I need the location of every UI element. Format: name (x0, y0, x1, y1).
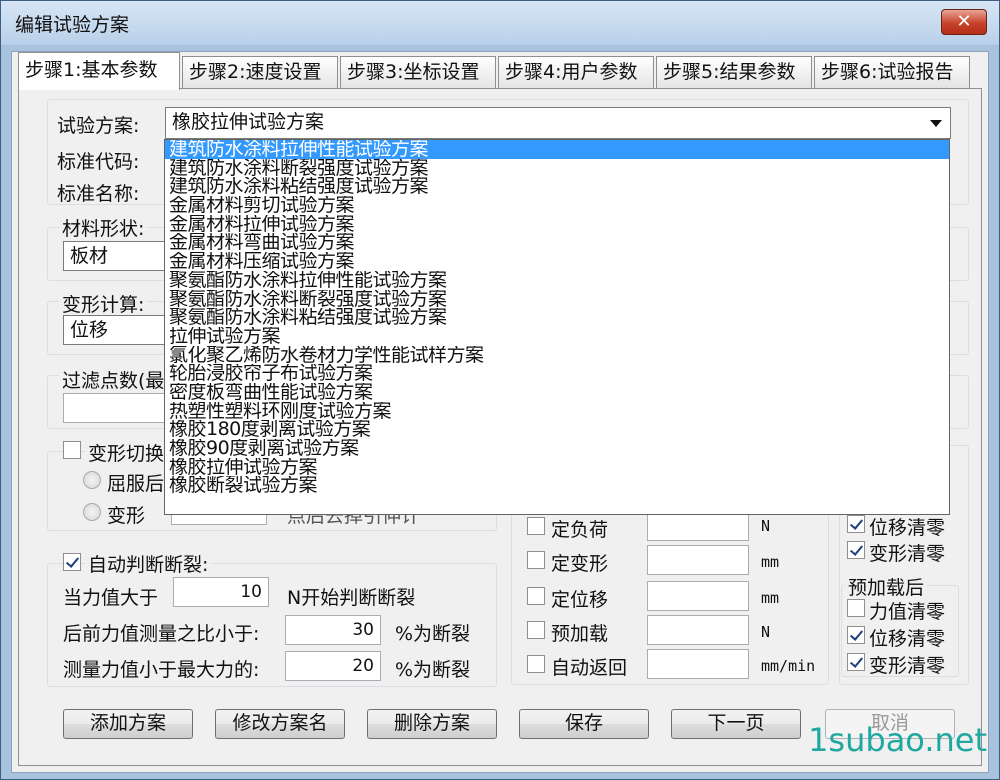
dropdown-item[interactable]: 金属材料压缩试验方案 (165, 252, 949, 271)
dropdown-item[interactable]: 密度板弯曲性能试验方案 (165, 383, 949, 402)
auto-break-checkbox[interactable] (63, 553, 81, 571)
yield-radio[interactable] (83, 471, 101, 489)
deform-clear2-checkbox[interactable] (847, 653, 865, 671)
fixed-load-unit: N (761, 517, 771, 535)
material-select-value: 板材 (70, 245, 109, 267)
measure-label: 测量力值小于最大力的: (63, 659, 260, 681)
fixed-load-input[interactable] (647, 511, 749, 541)
auto-return-input[interactable] (647, 649, 749, 679)
window-title: 编辑试验方案 (15, 14, 130, 36)
watermark: 1subao.net (808, 721, 987, 759)
force-clear-checkbox[interactable] (847, 599, 865, 617)
auto-return-label: 自动返回 (551, 657, 628, 679)
close-icon: ✕ (956, 11, 972, 32)
tab-step4[interactable]: 步骤4:用户参数 (498, 56, 654, 88)
fixed-deform-checkbox[interactable] (527, 551, 545, 569)
dropdown-item[interactable]: 橡胶拉伸试验方案 (165, 458, 949, 477)
fixed-disp-label: 定位移 (551, 589, 609, 611)
material-label: 材料形状: (59, 214, 148, 241)
disp-clear-checkbox[interactable] (847, 515, 865, 533)
dialog-window: 编辑试验方案 ✕ 步骤1:基本参数 步骤2:速度设置 步骤3:坐标设置 步骤4:… (0, 0, 1000, 780)
yield-radio-label: 屈服后 (107, 473, 165, 495)
fixed-deform-input[interactable] (647, 545, 749, 575)
std-name-label: 标准名称: (57, 183, 140, 205)
dropdown-item[interactable]: 轮胎浸胶帘子布试验方案 (165, 364, 949, 383)
tab-step5[interactable]: 步骤5:结果参数 (656, 56, 812, 88)
fixed-load-label: 定负荷 (551, 519, 609, 541)
force-clear-label: 力值清零 (869, 601, 946, 623)
chevron-down-icon (930, 120, 942, 127)
tab-step2[interactable]: 步骤2:速度设置 (182, 56, 338, 88)
deform-switch-checkbox[interactable] (63, 441, 81, 459)
deform-switch-label: 变形切换 (85, 439, 168, 466)
next-page-button[interactable]: 下一页 (671, 709, 801, 739)
fixed-deform-unit: mm (761, 553, 780, 571)
deform-radio-label: 变形 (107, 505, 146, 527)
measure-suffix: %为断裂 (395, 659, 471, 681)
disp-clear2-label: 位移清零 (869, 628, 946, 650)
dropdown-item[interactable]: 氯化聚乙烯防水卷材力学性能试样方案 (165, 346, 949, 365)
delete-plan-button[interactable]: 删除方案 (367, 709, 497, 739)
deform-clear-checkbox[interactable] (847, 541, 865, 559)
plan-label: 试验方案: (57, 115, 140, 137)
dropdown-item[interactable]: 聚氨酯防水涂料拉伸性能试验方案 (165, 271, 949, 290)
plan-select[interactable]: 橡胶拉伸试验方案 (165, 107, 951, 139)
dropdown-item[interactable]: 聚氨酯防水涂料粘结强度试验方案 (165, 308, 949, 327)
fixed-load-checkbox[interactable] (527, 517, 545, 535)
fixed-disp-input[interactable] (647, 581, 749, 611)
auto-return-unit: mm/min (761, 657, 816, 675)
dropdown-item[interactable]: 橡胶180度剥离试验方案 (165, 420, 949, 439)
deform-calc-label: 变形计算: (59, 290, 148, 317)
disp-clear2-checkbox[interactable] (847, 626, 865, 644)
tab-step3[interactable]: 步骤3:坐标设置 (340, 56, 496, 88)
ratio-input[interactable]: 30 (285, 615, 381, 645)
dropdown-item[interactable]: 橡胶断裂试验方案 (165, 476, 949, 495)
filter-label: 过滤点数(最 (59, 366, 168, 393)
preload-input[interactable] (647, 615, 749, 645)
dropdown-item[interactable]: 建筑防水涂料粘结强度试验方案 (165, 177, 949, 196)
dropdown-item[interactable]: 金属材料弯曲试验方案 (165, 233, 949, 252)
force-gt-label: 当力值大于 (63, 587, 159, 609)
fixed-disp-checkbox[interactable] (527, 587, 545, 605)
tab-step1[interactable]: 步骤1:基本参数 (18, 52, 180, 90)
dropdown-item[interactable]: 金属材料剪切试验方案 (165, 196, 949, 215)
ratio-label: 后前力值测量之比小于: (63, 623, 260, 645)
deform-clear2-label: 变形清零 (869, 655, 946, 677)
deform-radio[interactable] (83, 503, 101, 521)
dropdown-item[interactable]: 建筑防水涂料断裂强度试验方案 (165, 159, 949, 178)
measure-input[interactable]: 20 (285, 651, 381, 681)
dropdown-item[interactable]: 橡胶90度剥离试验方案 (165, 439, 949, 458)
tab-step6[interactable]: 步骤6:试验报告 (814, 56, 970, 88)
save-button[interactable]: 保存 (519, 709, 649, 739)
add-plan-button[interactable]: 添加方案 (63, 709, 193, 739)
plan-dropdown-list[interactable]: 建筑防水涂料拉伸性能试验方案 建筑防水涂料断裂强度试验方案 建筑防水涂料粘结强度… (164, 139, 950, 515)
close-button[interactable]: ✕ (941, 9, 987, 35)
auto-break-label: 自动判断断裂: (85, 550, 212, 577)
preload-label: 预加载 (551, 623, 609, 645)
force-gt-input[interactable]: 10 (173, 577, 269, 607)
std-code-label: 标准代码: (57, 151, 140, 173)
preload-unit: N (761, 623, 771, 641)
preload-checkbox[interactable] (527, 621, 545, 639)
fixed-disp-unit: mm (761, 589, 780, 607)
dropdown-item[interactable]: 热塑性塑料环刚度试验方案 (165, 402, 949, 421)
dropdown-item[interactable]: 聚氨酯防水涂料断裂强度试验方案 (165, 290, 949, 309)
dropdown-item[interactable]: 拉伸试验方案 (165, 327, 949, 346)
plan-select-value: 橡胶拉伸试验方案 (172, 111, 325, 133)
disp-clear-label: 位移清零 (869, 517, 946, 539)
auto-return-checkbox[interactable] (527, 655, 545, 673)
deform-calc-select-value: 位移 (70, 319, 109, 341)
force-gt-suffix: N开始判断断裂 (287, 587, 416, 609)
dropdown-item[interactable]: 金属材料拉伸试验方案 (165, 215, 949, 234)
ratio-suffix: %为断裂 (395, 623, 471, 645)
fixed-deform-label: 定变形 (551, 553, 609, 575)
rename-plan-button[interactable]: 修改方案名 (215, 709, 345, 739)
dropdown-item[interactable]: 建筑防水涂料拉伸性能试验方案 (165, 140, 949, 159)
title-bar[interactable]: 编辑试验方案 ✕ (1, 1, 999, 45)
after-preload-title: 预加载后 (845, 573, 928, 600)
deform-clear-label: 变形清零 (869, 543, 946, 565)
